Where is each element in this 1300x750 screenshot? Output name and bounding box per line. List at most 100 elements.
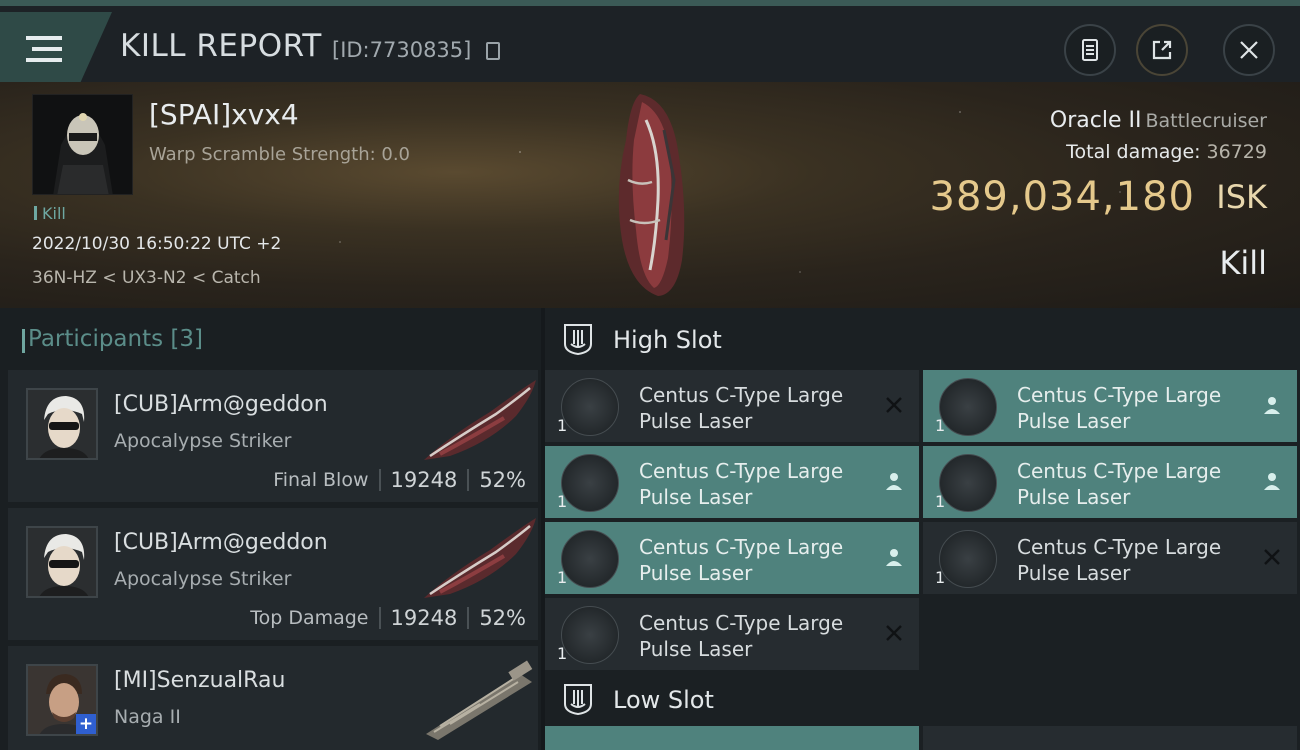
module-name: Centus C-Type Large Pulse Laser [1017,383,1222,433]
fitting-panel: High Slot 1 Centus C-Type Large Pulse La… [545,308,1300,750]
participants-count: [3] [170,326,204,352]
ship-class: Battlecruiser [1145,110,1267,132]
victim-avatar[interactable] [32,94,133,195]
pulse-laser-icon [561,606,619,664]
participant-ship: Naga II [114,706,181,728]
module-quantity: 1 [935,492,946,511]
participant-card[interactable]: [CUB]Arm@geddon Apocalypse Striker Top D… [8,508,538,640]
total-damage-value: 36729 [1206,141,1267,163]
module-name: Centus C-Type Large Pulse Laser [639,459,844,509]
share-button[interactable] [1136,24,1188,76]
pulse-laser-icon [939,530,997,588]
high-slot-title: High Slot [613,326,722,354]
kill-status: Kill [1219,244,1267,282]
module-item[interactable]: 1 Centus C-Type Large Pulse Laser [923,446,1297,518]
dropped-person-icon [883,470,905,492]
participant-name[interactable]: [CUB]Arm@geddon [114,530,328,555]
close-icon [1240,41,1258,59]
clipboard-button[interactable] [1064,24,1116,76]
dropped-person-icon [1261,394,1283,416]
participant-damage: 19248 [390,606,458,630]
victim-ship-name: Oracle II Battlecruiser [1050,108,1267,133]
module-item-partial[interactable] [545,726,919,750]
kill-type-tag: Kill [34,204,66,223]
clipboard-icon [1082,39,1098,61]
participant-percent: 52% [479,468,526,492]
kill-summary-banner: [SPAI]xvx4 Warp Scramble Strength: 0.0 K… [0,82,1300,308]
participant-avatar[interactable]: + [26,664,98,736]
module-name: Centus C-Type Large Pulse Laser [639,383,844,433]
copy-icon[interactable] [486,42,500,60]
ship-type[interactable]: Oracle II [1050,108,1142,133]
participant-percent: 52% [479,606,526,630]
participant-ship-image[interactable] [420,652,538,740]
destroyed-x-icon [1261,546,1283,568]
low-slot-header: Low Slot [545,668,1300,730]
participant-avatar[interactable] [26,526,98,598]
module-item[interactable]: 1 Centus C-Type Large Pulse Laser [545,522,919,594]
kill-id: [ID:7730835] [332,38,472,62]
kill-datetime: 2022/10/30 16:50:22 UTC +2 [32,234,282,254]
participant-name[interactable]: [CUB]Arm@geddon [114,392,328,417]
dropped-person-icon [883,546,905,568]
menu-button[interactable] [0,12,112,82]
participant-ship-image[interactable] [420,376,538,464]
participant-ship: Apocalypse Striker [114,430,292,452]
module-quantity: 1 [935,568,946,587]
destroyed-x-icon [883,622,905,644]
participants-panel: Participants [3] [CUB]Arm@geddon Apocaly… [0,308,541,750]
share-icon [1152,40,1172,60]
pulse-laser-icon [939,378,997,436]
pulse-laser-icon [561,530,619,588]
participant-avatar[interactable] [26,388,98,460]
module-quantity: 1 [557,416,568,435]
participants-header: Participants [3] [0,308,541,368]
victim-name[interactable]: [SPAI]xvx4 [149,98,299,131]
total-damage: Total damage: 36729 [1066,141,1267,163]
participant-role: Top Damage [250,607,369,629]
participant-stats: Top Damage 19248 52% [250,606,526,630]
module-quantity: 1 [557,644,568,663]
participants-title: Participants [3] [21,326,204,353]
module-item[interactable]: 1 Centus C-Type Large Pulse Laser [545,598,919,670]
module-item[interactable]: 1 Centus C-Type Large Pulse Laser [545,446,919,518]
module-name: Centus C-Type Large Pulse Laser [639,535,844,585]
participant-ship: Apocalypse Striker [114,568,292,590]
page-title: KILL REPORT [120,28,322,64]
warp-scramble-strength: Warp Scramble Strength: 0.0 [149,144,411,165]
low-slot-title: Low Slot [613,686,714,714]
participant-card[interactable]: [CUB]Arm@geddon Apocalypse Striker Final… [8,370,538,502]
module-name: Centus C-Type Large Pulse Laser [1017,459,1222,509]
module-name: Centus C-Type Large Pulse Laser [639,611,844,661]
module-quantity: 1 [557,492,568,511]
total-damage-label: Total damage: [1066,141,1201,163]
pulse-laser-icon [561,378,619,436]
participant-damage: 19248 [390,468,458,492]
kill-location[interactable]: 36N-HZ < UX3-N2 < Catch [32,268,261,288]
pulse-laser-icon [939,454,997,512]
top-bar: KILL REPORT [ID:7730835] [0,0,1300,82]
high-slot-icon [564,324,592,356]
dropped-person-icon [1261,470,1283,492]
participant-role: Final Blow [273,469,369,491]
hamburger-menu-icon [26,34,62,64]
victim-ship-image[interactable] [600,90,710,298]
participant-ship-image[interactable] [420,514,538,602]
close-button[interactable] [1223,24,1275,76]
participant-card[interactable]: + [MI]SenzualRau Naga II [8,646,538,750]
isk-value: 389,034,180 [929,174,1195,220]
participant-stats: Final Blow 19248 52% [273,468,526,492]
participant-name[interactable]: [MI]SenzualRau [114,668,285,693]
isk-unit: ISK [1216,178,1267,216]
module-item[interactable]: 1 Centus C-Type Large Pulse Laser [923,370,1297,442]
pulse-laser-icon [561,454,619,512]
module-item-partial[interactable] [923,726,1297,750]
module-name: Centus C-Type Large Pulse Laser [1017,535,1222,585]
destroyed-x-icon [883,394,905,416]
high-slot-header: High Slot [545,308,1300,370]
module-quantity: 1 [935,416,946,435]
low-slot-icon [564,684,592,716]
module-item[interactable]: 1 Centus C-Type Large Pulse Laser [923,522,1297,594]
module-quantity: 1 [557,568,568,587]
module-item[interactable]: 1 Centus C-Type Large Pulse Laser [545,370,919,442]
